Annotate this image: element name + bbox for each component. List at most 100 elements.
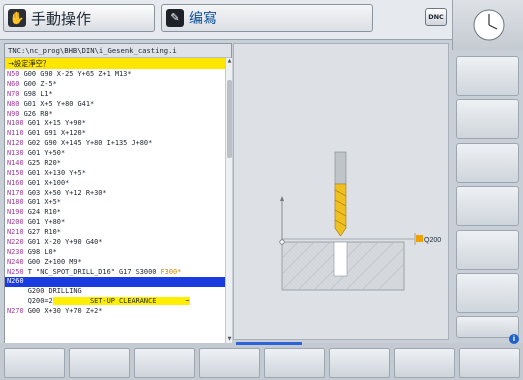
programming-mode[interactable]: ✎ 编寫 [161,4,373,32]
bottom-softkey[interactable] [4,348,65,378]
block-text: G01 Y+50* [23,149,66,157]
block-text: Q200=2 [7,297,53,306]
program-line[interactable]: Q200=2 SET-UP CLEARANCE ~ [5,297,225,307]
block-text: G24 R10* [23,208,61,217]
block-text: G00 Z-5* [19,79,57,88]
program-line[interactable]: N240 G00 Z+100 M9* [5,258,225,268]
manual-operation-mode[interactable]: ✋ 手動操作 [3,4,155,32]
side-softkey[interactable] [456,143,519,183]
block-number: N180 [7,198,24,207]
softkey-page-indicator [236,342,302,345]
block-number: N130 [7,149,24,157]
program-line[interactable]: N170 G03 X+50 Y+12 R+30* [5,189,225,199]
block-text: G01 X+130 Y+5* [23,168,86,177]
program-line[interactable]: N90 G26 R8* [5,110,225,120]
origin-marker [279,239,285,245]
clock-icon [473,9,505,41]
dnc-button[interactable]: DNC [425,8,447,26]
program-line[interactable]: N130 G01 Y+50* [5,149,225,159]
edit-icon: ✎ [166,9,184,27]
block-number: N220 [7,237,24,246]
program-line[interactable]: N100 G01 X+15 Y+90* [5,119,225,129]
program-line[interactable]: N120 G02 G90 X+145 Y+80 I+135 J+80* [5,139,225,149]
block-number: N200 [7,218,24,227]
program-line[interactable]: N210 G27 R10* [5,228,225,238]
bottom-softkey[interactable] [264,348,325,378]
feed-rate: F300* [160,267,182,276]
clock-widget[interactable] [452,0,523,50]
side-softkey[interactable] [456,99,519,139]
program-line[interactable]: N200 G01 Y+80* [5,218,225,228]
program-line[interactable]: N110 G01 G91 X+120* [5,129,225,139]
block-number: N250 [7,267,24,276]
block-text: G01 X+5* [23,198,61,207]
program-line[interactable]: N60 G00 Z-5* [5,80,225,90]
program-line[interactable]: N160 G01 X+100* [5,179,225,189]
block-number: N50 [7,70,20,78]
side-softkey[interactable] [456,230,519,270]
block-text: G200 DRILLING [7,287,82,296]
block-text: G98 L1* [19,89,53,98]
drilling-diagram: Q200 [279,151,441,291]
block-number: N140 [7,158,24,167]
info-icon[interactable]: i [509,334,519,344]
hand-icon: ✋ [8,9,26,27]
block-text: T "NC_SPOT_DRILL_D16" G17 S3000 [23,267,161,276]
bottom-softkey[interactable] [199,348,260,378]
program-line[interactable]: N70 G98 L1* [5,90,225,100]
side-softkey[interactable] [456,56,519,96]
scrollbar[interactable]: ▲ ▼ [225,58,232,344]
scroll-thumb[interactable] [227,80,232,158]
program-line[interactable]: G200 DRILLING [5,287,225,297]
bottom-softkey[interactable] [394,348,455,378]
side-softkey[interactable] [456,186,519,226]
block-text: G03 X+50 Y+12 R+30* [23,188,107,197]
program-line[interactable]: N190 G24 R10* [5,208,225,218]
program-line[interactable]: N180 G01 X+5* [5,198,225,208]
bottom-softkey[interactable] [459,348,520,378]
block-number: N160 [7,178,24,187]
block-number: N210 [7,228,24,236]
program-line[interactable]: N150 G01 X+130 Y+5* [5,169,225,179]
block-number: N230 [7,247,24,256]
block-text: G01 G91 X+120* [23,129,86,138]
manual-operation-label: 手動操作 [31,10,92,28]
block-number: N100 [7,119,24,128]
program-line[interactable]: N220 G01 X-20 Y+90 G40* [5,238,225,248]
program-editor[interactable]: TNC:\nc_prog\BHB\DIN\i_Gesenk_casting.i … [4,43,232,344]
program-line[interactable]: N50 G00 G90 X-25 Y+65 Z+1 M13* [5,70,225,80]
tool-flutes [334,183,347,237]
scroll-up-icon[interactable]: ▲ [226,58,233,65]
block-number: N270 [7,307,24,315]
block-number: N110 [7,129,24,138]
drilled-hole [333,241,348,277]
block-text: G27 R10* [23,228,61,236]
z-axis-arrow [280,196,284,201]
program-line[interactable]: N230 G98 L0* [5,248,225,258]
block-text: G00 X+30 Y+70 Z+2* [23,307,103,315]
block-number: N260 [7,277,24,286]
block-text: G01 X+100* [23,178,70,187]
program-line[interactable]: N250 T "NC_SPOT_DRILL_D16" G17 S3000 F30… [5,268,225,278]
program-line[interactable]: N80 G01 X+5 Y+80 G41* [5,100,225,110]
programming-label: 编寫 [189,11,217,27]
help-graphic: Q200 [233,43,449,340]
block-text: G25 R20* [23,158,61,167]
block-text: G00 G90 X-25 Y+65 Z+1 M13* [19,70,132,78]
q200-marker [416,235,423,242]
bottom-softkey[interactable] [329,348,390,378]
block-text: G02 G90 X+145 Y+80 I+135 J+80* [23,139,153,148]
program-line[interactable]: N270 G00 X+30 Y+70 Z+2* [5,307,225,317]
side-softkey[interactable] [456,273,519,313]
top-header: ✋ 手動操作 ✎ 编寫 DNC [0,0,452,40]
block-text: G01 X+5 Y+80 G41* [19,99,95,108]
block-number: N80 [7,99,20,108]
bottom-softkey[interactable] [69,348,130,378]
scroll-down-icon[interactable]: ▼ [226,336,233,343]
input-prompt: →設定淨空？ [5,58,225,69]
program-lines[interactable]: N50 G00 G90 X-25 Y+65 Z+1 M13* N60 G00 Z-… [5,70,225,342]
program-line[interactable]: N260 [5,277,225,288]
bottom-softkey[interactable] [134,348,195,378]
parameter-comment: SET-UP CLEARANCE ~ [56,297,190,306]
program-line[interactable]: N140 G25 R20* [5,159,225,169]
